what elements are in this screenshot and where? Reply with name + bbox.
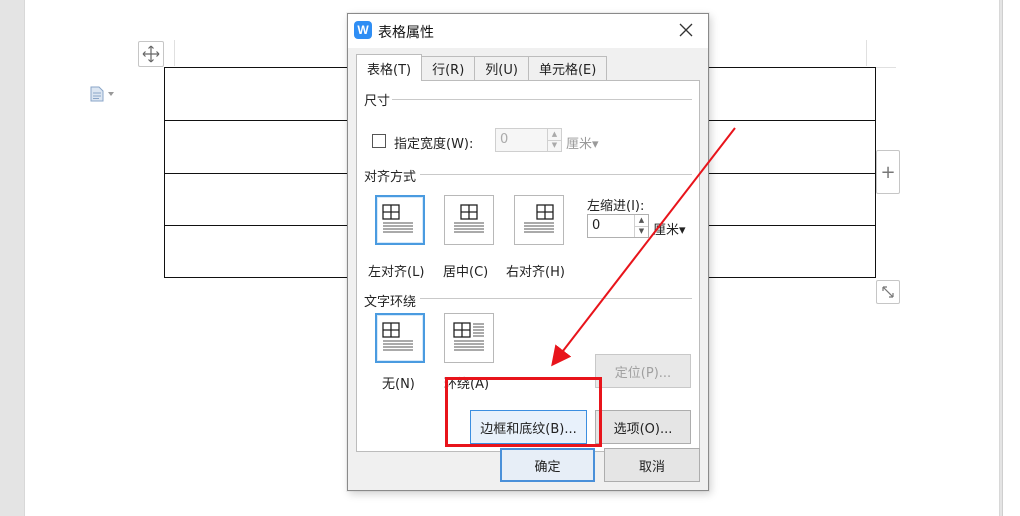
annotation-arrow bbox=[551, 127, 736, 367]
tab-table[interactable]: 表格(T) bbox=[356, 54, 423, 81]
